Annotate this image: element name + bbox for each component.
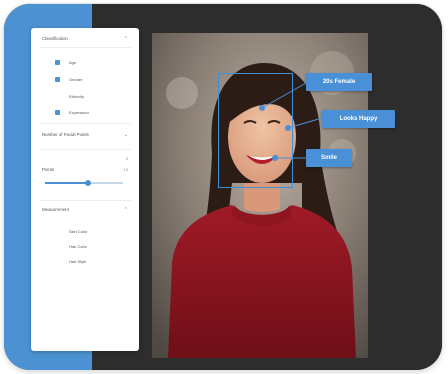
measurement-label: Skin Color	[69, 229, 88, 234]
divider	[39, 200, 131, 201]
checkbox-checked-icon[interactable]	[55, 59, 60, 65]
measurement-title: Measurement	[42, 207, 69, 212]
checkbox-label: Gender	[69, 77, 83, 82]
checkbox-label: Ethnicity	[69, 94, 85, 99]
points-slider-thumb[interactable]	[84, 179, 91, 186]
points-slider-fill	[45, 182, 88, 184]
settings-panel: Classification ⌃ Age Gender Ethnicity Ex…	[31, 28, 139, 351]
measurement-label: Hair Color	[69, 244, 88, 249]
classification-title: Classification	[42, 36, 68, 41]
checkbox-label: Expression	[69, 110, 89, 115]
tag-smile: Smile	[306, 149, 352, 167]
checkbox-checked-icon[interactable]	[55, 109, 60, 115]
facial-points-header[interactable]: Number of Facial Points ⌄	[31, 128, 139, 142]
points-count: 13	[123, 167, 128, 172]
classification-header[interactable]: Classification ⌃	[31, 32, 139, 46]
checkbox-label: Age	[69, 60, 77, 65]
face-detection-box[interactable]	[218, 73, 293, 188]
chevron-down-icon[interactable]: ⌄	[124, 128, 128, 142]
tag-expression: Looks Happy	[322, 110, 395, 128]
facial-points-value: 0	[125, 156, 128, 161]
divider	[39, 47, 131, 48]
chevron-up-icon[interactable]: ⌃	[124, 203, 128, 217]
chevron-up-icon[interactable]: ⌃	[124, 32, 128, 46]
tag-age-gender: 20s Female	[306, 73, 372, 91]
checkbox-checked-icon[interactable]	[55, 76, 60, 82]
divider	[39, 123, 131, 124]
measurement-label: Hair Style	[69, 259, 87, 264]
points-title: Points	[42, 167, 55, 172]
facial-points-title: Number of Facial Points	[42, 132, 89, 137]
points-header: Points 13	[31, 163, 139, 177]
divider	[39, 149, 131, 150]
measurement-header[interactable]: Measurement ⌃	[31, 203, 139, 217]
